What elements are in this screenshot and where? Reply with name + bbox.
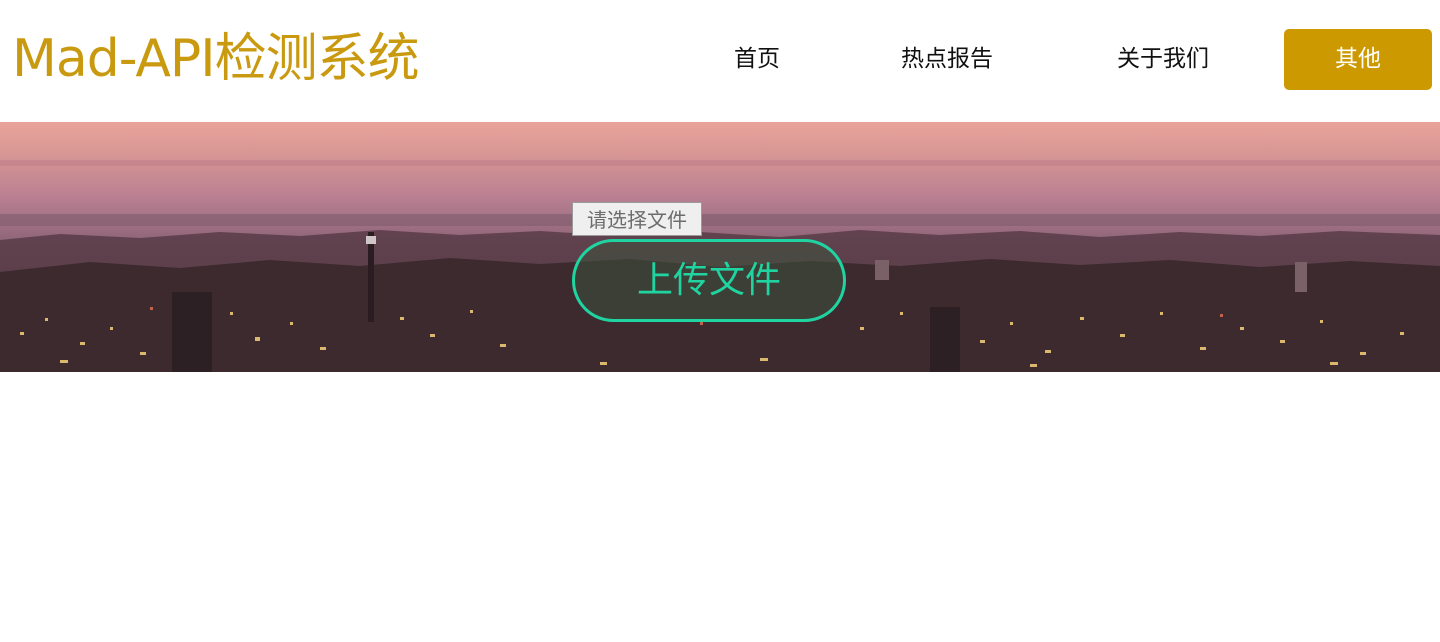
choose-file-button[interactable]: 请选择文件 bbox=[572, 202, 702, 236]
nav-hot-reports-link[interactable]: 热点报告 bbox=[901, 40, 993, 78]
site-header: Mad-API检测系统 首页 热点报告 关于我们 其他 bbox=[0, 0, 1440, 122]
brand-title: Mad-API检测系统 bbox=[12, 29, 420, 89]
hero-banner: 请选择文件 上传文件 bbox=[0, 122, 1440, 372]
nav-other-button[interactable]: 其他 bbox=[1284, 29, 1432, 90]
nav-about-link[interactable]: 关于我们 bbox=[1117, 40, 1209, 78]
nav-home-link[interactable]: 首页 bbox=[734, 40, 780, 78]
upload-file-button[interactable]: 上传文件 bbox=[572, 239, 846, 322]
